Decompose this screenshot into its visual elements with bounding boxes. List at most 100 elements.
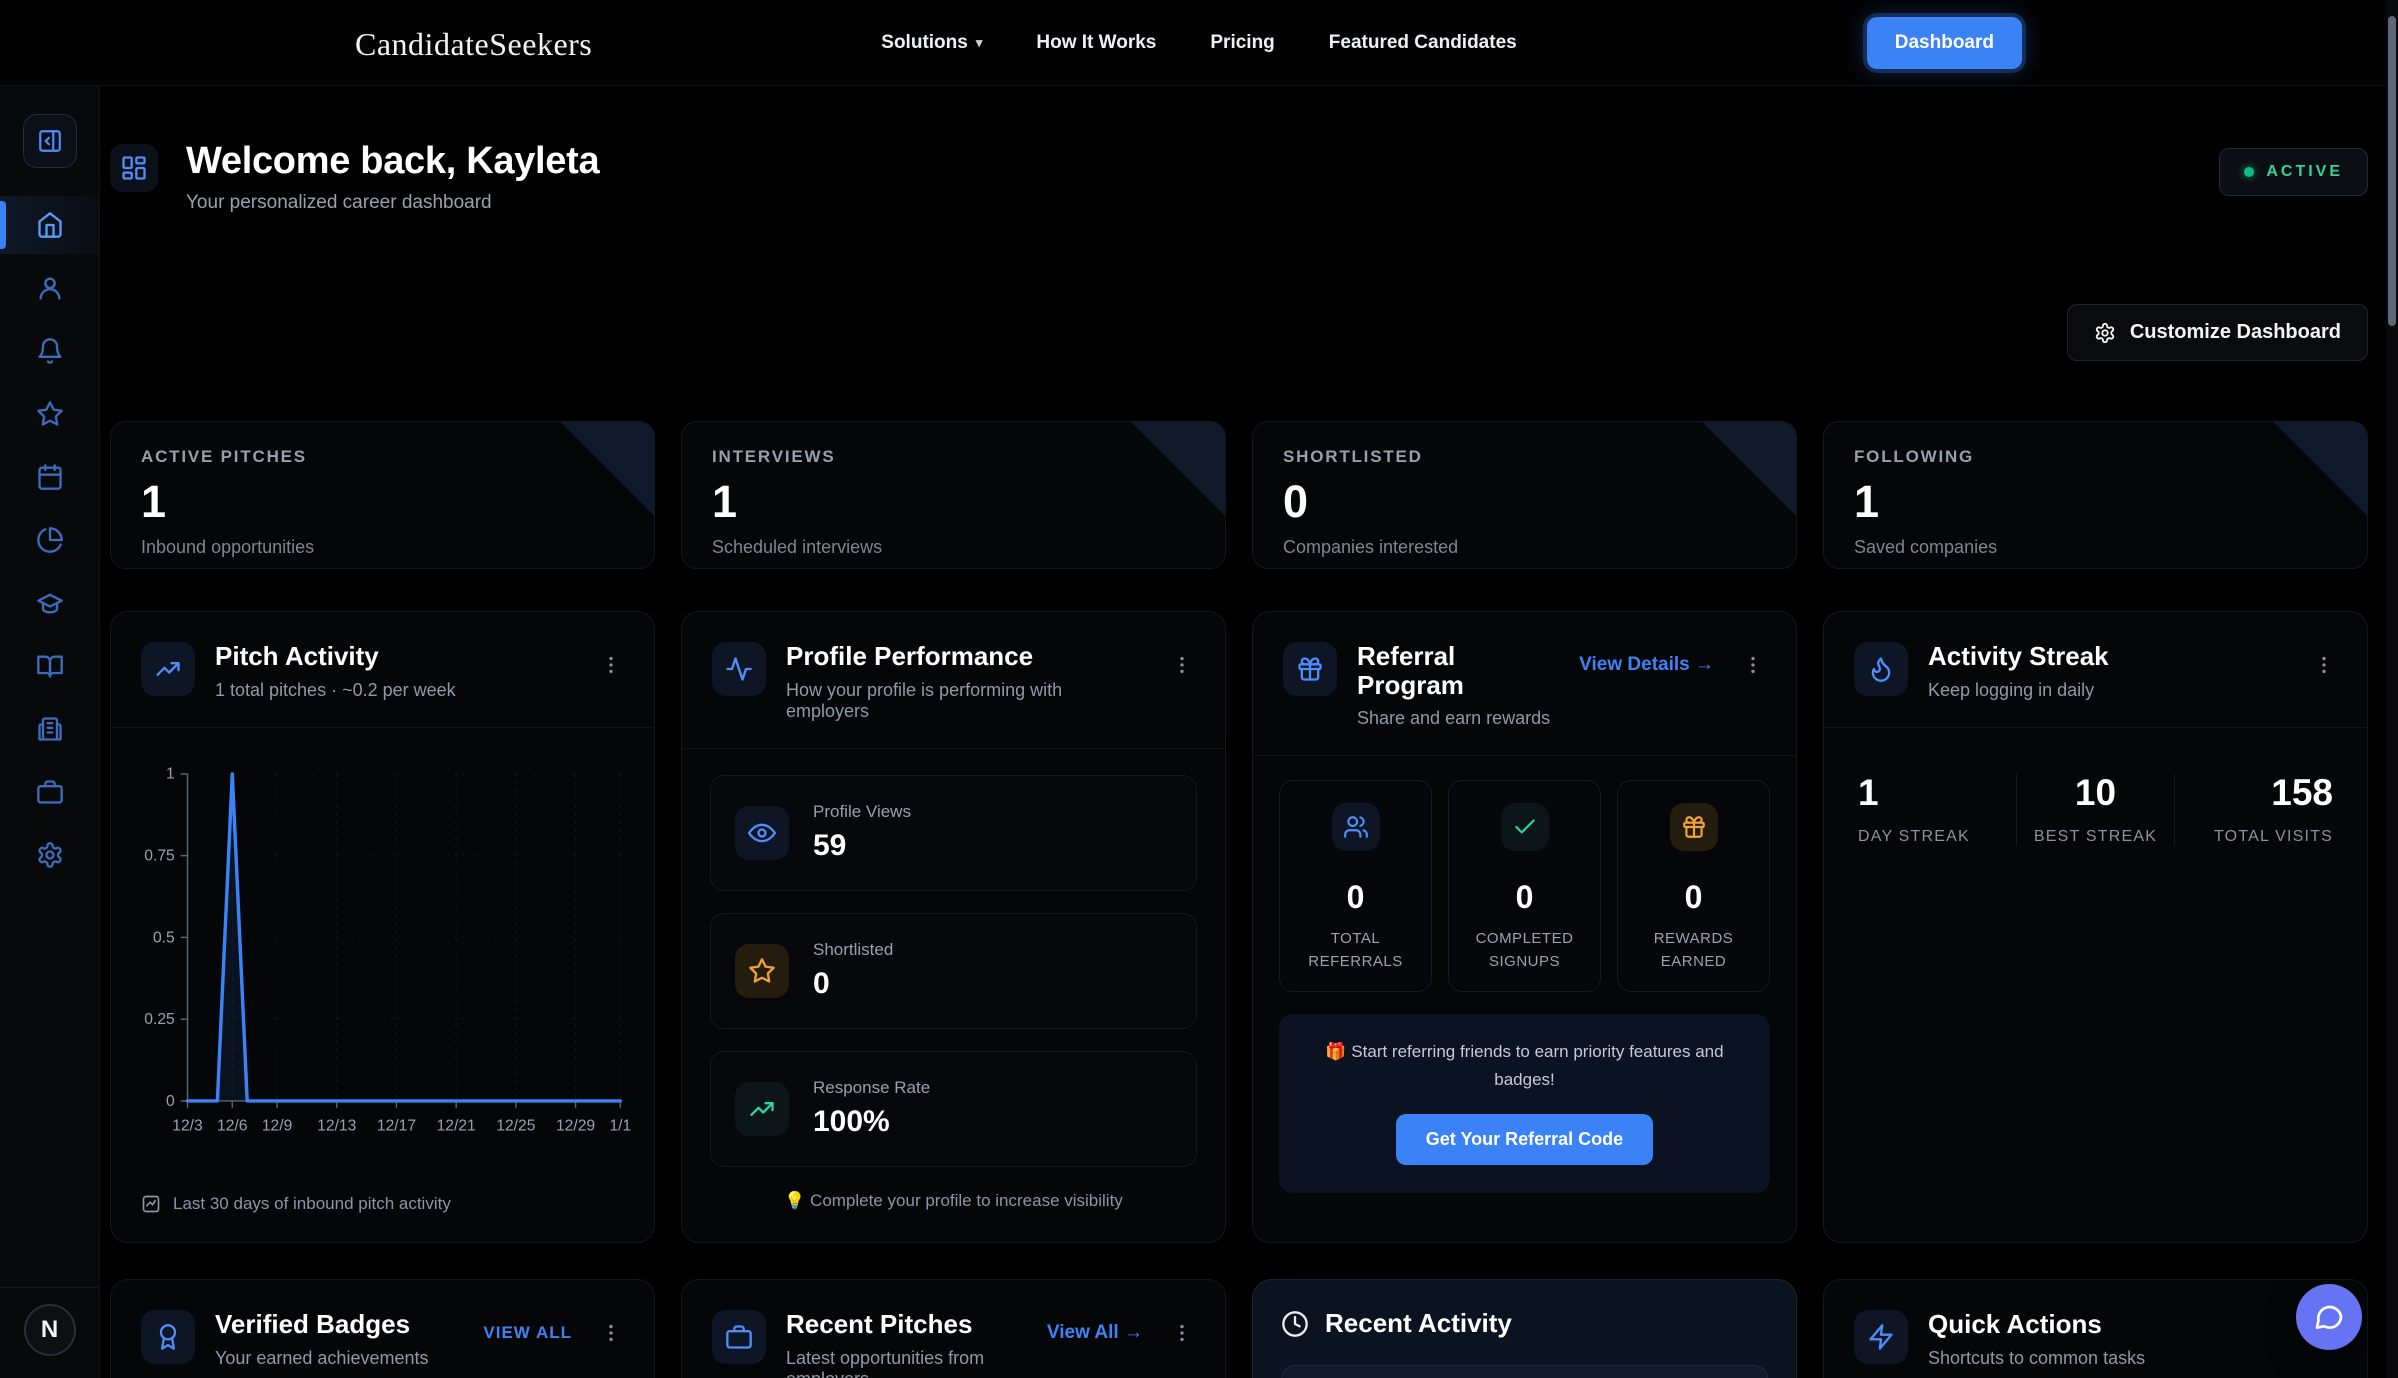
card-subtitle: 1 total pitches · ~0.2 per week (215, 680, 456, 701)
referral-stat-rewards: 0 REWARDS EARNED (1617, 780, 1770, 992)
activity-pulse-icon (712, 642, 766, 696)
stat-value: 1 (712, 479, 1195, 524)
get-referral-code-button[interactable]: Get Your Referral Code (1396, 1114, 1653, 1165)
svg-text:0: 0 (166, 1092, 175, 1109)
kebab-menu-icon[interactable] (1167, 1318, 1197, 1348)
nav-item-pricing[interactable]: Pricing (1210, 32, 1274, 54)
view-all-link[interactable]: VIEW ALL (483, 1323, 572, 1343)
kebab-menu-icon[interactable] (1738, 650, 1768, 680)
gift-icon (1283, 642, 1337, 696)
chat-bubble-icon (2313, 1301, 2345, 1333)
stat-value: 1 (141, 479, 624, 524)
kebab-menu-icon[interactable] (2309, 650, 2339, 680)
stat-caption: Saved companies (1854, 537, 2337, 558)
svg-text:0.25: 0.25 (144, 1011, 175, 1028)
sidebar-item-education[interactable] (0, 574, 99, 632)
card-subtitle: Latest opportunities from employers (786, 1348, 1027, 1378)
user-icon (36, 274, 64, 302)
check-icon (1501, 803, 1549, 851)
stat-title: FOLLOWING (1854, 447, 2337, 467)
nav-item-how-it-works[interactable]: How It Works (1036, 32, 1156, 54)
pitch-activity-card: Pitch Activity 1 total pitches · ~0.2 pe… (110, 611, 655, 1243)
chart-footnote: Last 30 days of inbound pitch activity (173, 1194, 451, 1214)
stats-row: ACTIVE PITCHES 1 Inbound opportunities I… (110, 421, 2368, 569)
customize-dashboard-button[interactable]: Customize Dashboard (2067, 304, 2368, 361)
calendar-icon (36, 463, 64, 491)
sidebar-footer: N (0, 1287, 99, 1378)
sidebar-item-home[interactable] (0, 196, 99, 254)
caret-down-icon: ▾ (976, 35, 983, 51)
streak-value: 10 (2017, 774, 2175, 811)
home-icon (36, 211, 64, 239)
verified-badges-card: Verified Badges Your earned achievements… (110, 1279, 655, 1378)
svg-text:1/1: 1/1 (609, 1117, 631, 1134)
sidebar-collapse-button[interactable] (23, 114, 77, 168)
kebab-menu-icon[interactable] (1167, 650, 1197, 680)
top-navbar: CandidateSeekers Solutions ▾ How It Work… (0, 0, 2398, 86)
stat-title: ACTIVE PITCHES (141, 447, 624, 467)
svg-text:0.75: 0.75 (144, 847, 175, 864)
kebab-menu-icon[interactable] (596, 1318, 626, 1348)
referral-program-card: Referral Program Share and earn rewards … (1252, 611, 1797, 1243)
page-scrollbar (2386, 0, 2398, 1378)
streak-visits: 158 TOTAL VISITS (2174, 774, 2333, 846)
svg-text:12/9: 12/9 (262, 1117, 292, 1134)
gear-icon (2094, 322, 2116, 344)
referral-stat-total: 0 TOTAL REFERRALS (1279, 780, 1432, 992)
bell-icon (36, 337, 64, 365)
sidebar-item-notifications[interactable] (0, 322, 99, 380)
view-details-link[interactable]: View Details → (1579, 654, 1714, 676)
profile-tip: 💡 Complete your profile to increase visi… (682, 1167, 1225, 1237)
card-title: Pitch Activity (215, 642, 456, 671)
briefcase-icon (712, 1310, 766, 1364)
nav-item-solutions[interactable]: Solutions ▾ (881, 32, 982, 54)
referral-stat-value: 0 (1626, 879, 1761, 916)
referral-stat-label: REWARDS EARNED (1626, 928, 1761, 973)
chat-widget-button[interactable] (2296, 1284, 2362, 1350)
sidebar-item-jobs[interactable] (0, 763, 99, 821)
metric-value: 100% (813, 1105, 930, 1139)
users-icon (1332, 803, 1380, 851)
sidebar-item-resources[interactable] (0, 637, 99, 695)
activity-list-item[interactable]: New pitch: We’d love to connect with you (1281, 1365, 1768, 1378)
card-subtitle: Share and earn rewards (1357, 708, 1559, 729)
status-dot-icon (2244, 167, 2254, 177)
svg-text:12/21: 12/21 (437, 1117, 476, 1134)
recent-pitches-card: Recent Pitches Latest opportunities from… (681, 1279, 1226, 1378)
sidebar-item-companies[interactable] (0, 700, 99, 758)
metric-response-rate: Response Rate 100% (710, 1051, 1197, 1167)
streak-best: 10 BEST STREAK (2016, 774, 2175, 846)
referral-stat-value: 0 (1288, 879, 1423, 916)
sidebar-item-profile[interactable] (0, 259, 99, 317)
svg-text:1: 1 (166, 765, 175, 782)
trending-up-icon (141, 642, 195, 696)
metric-value: 59 (813, 829, 911, 863)
view-all-link[interactable]: View All → (1047, 1322, 1143, 1344)
sidebar: N (0, 0, 100, 1378)
scrollbar-thumb[interactable] (2388, 16, 2396, 326)
sidebar-item-settings[interactable] (0, 826, 99, 884)
gear-icon (36, 841, 64, 869)
user-avatar[interactable]: N (24, 1304, 76, 1356)
sidebar-item-analytics[interactable] (0, 511, 99, 569)
streak-label: DAY STREAK (1858, 828, 2016, 846)
card-subtitle: Keep logging in daily (1928, 680, 2109, 701)
graduation-cap-icon (36, 589, 64, 617)
stat-card-following: FOLLOWING 1 Saved companies (1823, 421, 2368, 569)
sidebar-item-calendar[interactable] (0, 448, 99, 506)
kebab-menu-icon[interactable] (596, 650, 626, 680)
star-icon (36, 400, 64, 428)
stat-value: 0 (1283, 479, 1766, 524)
brand-logo: CandidateSeekers (355, 26, 592, 63)
eye-icon (735, 806, 789, 860)
card-title: Verified Badges (215, 1310, 428, 1339)
dashboard-button[interactable]: Dashboard (1867, 17, 2022, 69)
svg-text:12/13: 12/13 (317, 1117, 356, 1134)
sidebar-item-favorites[interactable] (0, 385, 99, 443)
stat-card-interviews: INTERVIEWS 1 Scheduled interviews (681, 421, 1226, 569)
stat-value: 1 (1854, 479, 2337, 524)
nav-item-featured-candidates[interactable]: Featured Candidates (1329, 32, 1517, 54)
card-title: Activity Streak (1928, 642, 2109, 671)
card-title: Profile Performance (786, 642, 1147, 671)
referral-stat-value: 0 (1457, 879, 1592, 916)
